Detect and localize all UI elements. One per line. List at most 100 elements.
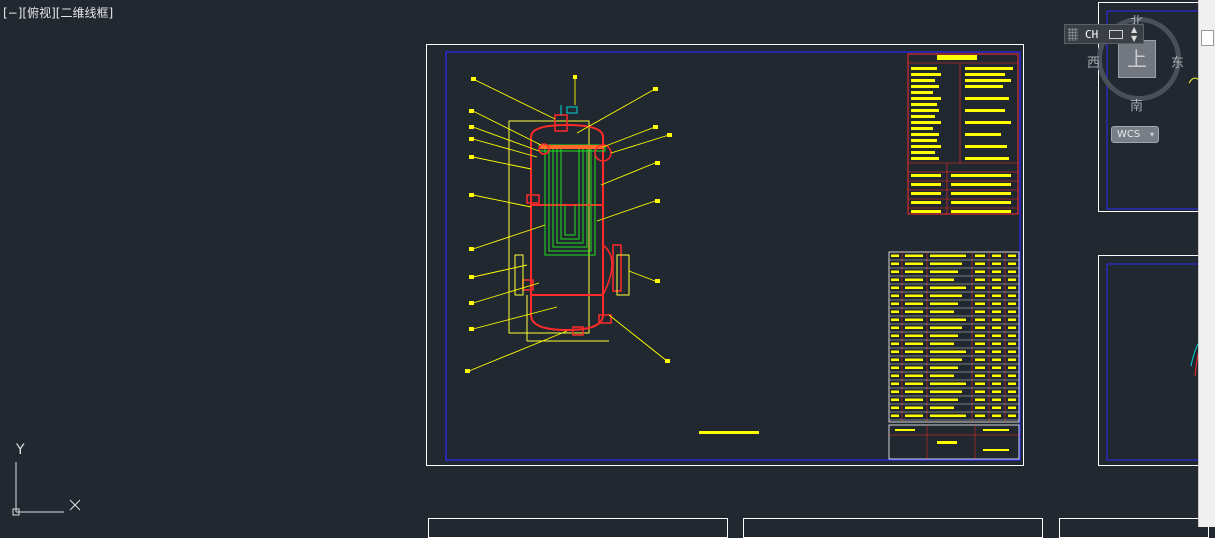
parts-cell-text-mark bbox=[891, 310, 899, 313]
parts-cell-text-mark bbox=[992, 350, 1001, 353]
parts-cell-text-mark bbox=[975, 286, 985, 289]
parts-cell-text-mark bbox=[930, 398, 958, 401]
parts-cell-text-mark bbox=[930, 302, 958, 305]
parts-cell-text-mark bbox=[975, 342, 985, 345]
parts-cell-text-mark bbox=[905, 398, 923, 401]
ucs-y-label: Y bbox=[16, 442, 25, 458]
parts-cell-text-mark bbox=[975, 270, 985, 273]
parts-cell-text-mark bbox=[992, 326, 1001, 329]
parts-cell-text-mark bbox=[1008, 302, 1016, 305]
parts-cell-text-mark bbox=[891, 326, 899, 329]
parts-cell-text-mark bbox=[891, 390, 899, 393]
parts-cell-text-mark bbox=[930, 406, 954, 409]
parts-cell-text-mark bbox=[905, 270, 923, 273]
parts-cell-text-mark bbox=[992, 286, 1001, 289]
parts-cell-text-mark bbox=[1008, 270, 1016, 273]
vertical-scrollbar[interactable] bbox=[1198, 0, 1215, 527]
parts-cell-text-mark bbox=[905, 382, 923, 385]
parts-cell-text-mark bbox=[992, 342, 1001, 345]
parts-cell-text-mark bbox=[992, 414, 1001, 417]
compass-west[interactable]: 西 bbox=[1087, 52, 1100, 71]
parts-cell-text-mark bbox=[891, 358, 899, 361]
parts-cell-text-mark bbox=[905, 414, 923, 417]
parts-cell-text-mark bbox=[891, 398, 899, 401]
parts-cell-text-mark bbox=[1008, 398, 1016, 401]
sheet-right-mid-canvas bbox=[1106, 263, 1210, 461]
parts-cell-text-mark bbox=[930, 270, 958, 273]
parts-cell-text-mark bbox=[905, 310, 923, 313]
parts-cell-text-mark bbox=[1008, 294, 1016, 297]
ucs-icon: Y bbox=[8, 440, 88, 524]
parts-cell-text-mark bbox=[975, 398, 985, 401]
scrollbar-thumb[interactable] bbox=[1201, 30, 1214, 46]
keyboard-icon[interactable] bbox=[1109, 30, 1123, 39]
parts-cell-text-mark bbox=[905, 318, 923, 321]
parts-cell-text-mark bbox=[1008, 318, 1016, 321]
parts-cell-text-mark bbox=[905, 358, 923, 361]
vessel-drawing bbox=[508, 105, 630, 342]
parts-cell-text-mark bbox=[992, 318, 1001, 321]
parts-cell-text-mark bbox=[891, 350, 899, 353]
parts-cell-text-mark bbox=[930, 390, 962, 393]
parts-cell-text-mark bbox=[905, 262, 923, 265]
parts-cell-text-mark bbox=[905, 374, 923, 377]
parts-cell-text-mark bbox=[1008, 262, 1016, 265]
viewport-controls-label[interactable]: [−][俯视][二维线框] bbox=[3, 6, 113, 20]
parts-cell-text-mark bbox=[975, 374, 985, 377]
parts-cell-text-mark bbox=[992, 278, 1001, 281]
parts-cell-text-mark bbox=[992, 310, 1001, 313]
parts-cell-text-mark bbox=[930, 286, 966, 289]
parts-cell-text-mark bbox=[1008, 254, 1016, 257]
ime-expand-arrows-icon[interactable]: ▲ ▼ bbox=[1131, 25, 1137, 43]
parts-cell-text-mark bbox=[992, 270, 1001, 273]
parts-cell-text-mark bbox=[975, 358, 985, 361]
parts-cell-text-mark bbox=[905, 342, 923, 345]
parts-cell-text-mark bbox=[930, 310, 954, 313]
parts-cell-text-mark bbox=[905, 254, 923, 257]
parts-cell-text-mark bbox=[992, 358, 1001, 361]
parts-cell-text-mark bbox=[930, 334, 958, 337]
parts-cell-text-mark bbox=[930, 326, 962, 329]
parts-cell-text-mark bbox=[891, 374, 899, 377]
parts-cell-text-mark bbox=[891, 334, 899, 337]
drawing-sheet-bottom-3[interactable] bbox=[1059, 518, 1209, 538]
parts-cell-text-mark bbox=[992, 302, 1001, 305]
ime-language-bar[interactable]: CH ▲ ▼ bbox=[1064, 24, 1144, 44]
drawing-sheet-main[interactable] bbox=[426, 44, 1024, 466]
parts-cell-text-mark bbox=[930, 374, 954, 377]
parts-cell-text-mark bbox=[905, 366, 923, 369]
drawing-sheet-right-mid[interactable] bbox=[1098, 255, 1210, 466]
parts-cell-text-mark bbox=[905, 278, 923, 281]
parts-cell-text-mark bbox=[1008, 382, 1016, 385]
parts-cell-text-mark bbox=[992, 334, 1001, 337]
parts-cell-text-mark bbox=[992, 366, 1001, 369]
parts-cell-text-mark bbox=[930, 294, 962, 297]
parts-cell-text-mark bbox=[891, 254, 899, 257]
drawing-sheet-bottom-1[interactable] bbox=[428, 518, 728, 538]
parts-cell-text-mark bbox=[1008, 350, 1016, 353]
grip-handle-icon[interactable] bbox=[1068, 28, 1078, 41]
parts-cell-text-mark bbox=[992, 262, 1001, 265]
drawing-sheet-bottom-2[interactable] bbox=[743, 518, 1043, 538]
parts-cell-text-mark bbox=[975, 262, 985, 265]
compass-south[interactable]: 南 bbox=[1130, 95, 1143, 114]
parts-cell-text-mark bbox=[1008, 342, 1016, 345]
parts-cell-text-mark bbox=[930, 414, 966, 417]
tech-spec-table bbox=[907, 53, 1019, 215]
parts-cell-text-mark bbox=[905, 326, 923, 329]
wcs-label: WCS bbox=[1117, 129, 1141, 140]
parts-cell-text-mark bbox=[930, 278, 954, 281]
viewcube-top-face[interactable]: 上 bbox=[1118, 40, 1156, 78]
parts-cell-text-mark bbox=[975, 278, 985, 281]
parts-cell-text-mark bbox=[930, 358, 962, 361]
compass-east[interactable]: 东 bbox=[1171, 52, 1184, 71]
title-block bbox=[888, 424, 1020, 460]
parts-cell-text-mark bbox=[905, 286, 923, 289]
parts-cell-text-mark bbox=[1008, 278, 1016, 281]
parts-cell-text-mark bbox=[1008, 334, 1016, 337]
wcs-menu-button[interactable]: WCS ▾ bbox=[1111, 126, 1159, 143]
parts-cell-text-mark bbox=[930, 366, 958, 369]
parts-cell-text-mark bbox=[992, 374, 1001, 377]
parts-cell-text-mark bbox=[891, 318, 899, 321]
parts-cell-text-mark bbox=[975, 310, 985, 313]
